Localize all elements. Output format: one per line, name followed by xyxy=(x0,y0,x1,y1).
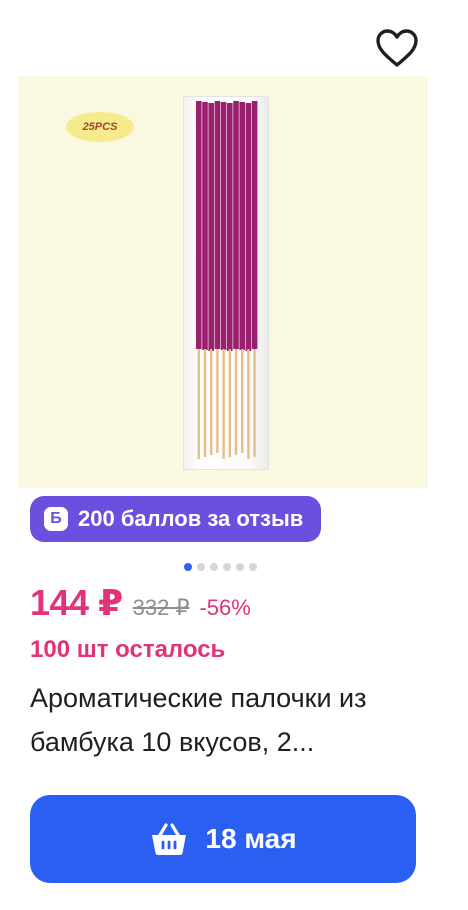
incense-stick-coated xyxy=(227,103,233,351)
add-to-cart-button[interactable]: 18 мая xyxy=(30,795,416,883)
current-price: 144 ₽ xyxy=(30,582,123,623)
image-quantity-badge: 25PCS xyxy=(66,112,134,142)
favorite-button[interactable] xyxy=(374,26,420,70)
carousel-dot[interactable] xyxy=(223,563,231,571)
incense-stick-coated xyxy=(208,103,214,351)
incense-stick-bamboo xyxy=(216,349,219,453)
incense-stick-bamboo xyxy=(222,349,225,459)
incense-stick-bamboo xyxy=(203,349,207,457)
product-image[interactable]: 25PCS xyxy=(18,76,428,488)
bonus-icon: Б xyxy=(44,507,68,531)
delivery-date-label: 18 мая xyxy=(205,823,297,854)
incense-stick-coated xyxy=(196,101,202,349)
incense-stick-coated xyxy=(214,101,221,349)
incense-stick-bamboo xyxy=(253,349,256,457)
product-title[interactable]: Ароматические палочки из бамбука 10 вкус… xyxy=(30,676,420,764)
incense-stick-coated xyxy=(202,102,208,350)
basket-icon xyxy=(152,823,187,855)
carousel-dot[interactable] xyxy=(197,563,205,571)
incense-stick-bamboo xyxy=(234,349,238,455)
incense-stick-bamboo xyxy=(247,349,250,459)
price-row: 144 ₽ 332 ₽ -56% xyxy=(30,582,251,624)
incense-package xyxy=(183,96,269,470)
incense-stick-bamboo xyxy=(228,349,231,457)
carousel-indicator xyxy=(184,563,257,571)
incense-stick-bamboo xyxy=(210,349,213,455)
incense-stick-coated xyxy=(220,102,227,350)
heart-icon xyxy=(376,29,418,67)
points-badge-text: 200 баллов за отзыв xyxy=(78,506,304,531)
carousel-dot[interactable] xyxy=(184,563,192,571)
incense-stick-coated xyxy=(239,102,245,350)
old-price: 332 ₽ xyxy=(132,595,190,620)
incense-stick-bamboo xyxy=(197,349,200,459)
incense-stick-coated xyxy=(251,101,258,349)
incense-stick-bamboo xyxy=(241,349,244,453)
discount-percent: -56% xyxy=(199,595,251,620)
carousel-dot[interactable] xyxy=(210,563,218,571)
incense-stick-coated xyxy=(233,101,239,349)
carousel-dot[interactable] xyxy=(249,563,257,571)
incense-sticks xyxy=(196,101,258,459)
carousel-dot[interactable] xyxy=(236,563,244,571)
stock-remaining: 100 шт осталось xyxy=(30,636,226,663)
incense-stick-coated xyxy=(245,103,252,351)
points-for-review-badge[interactable]: Б 200 баллов за отзыв xyxy=(30,496,322,542)
